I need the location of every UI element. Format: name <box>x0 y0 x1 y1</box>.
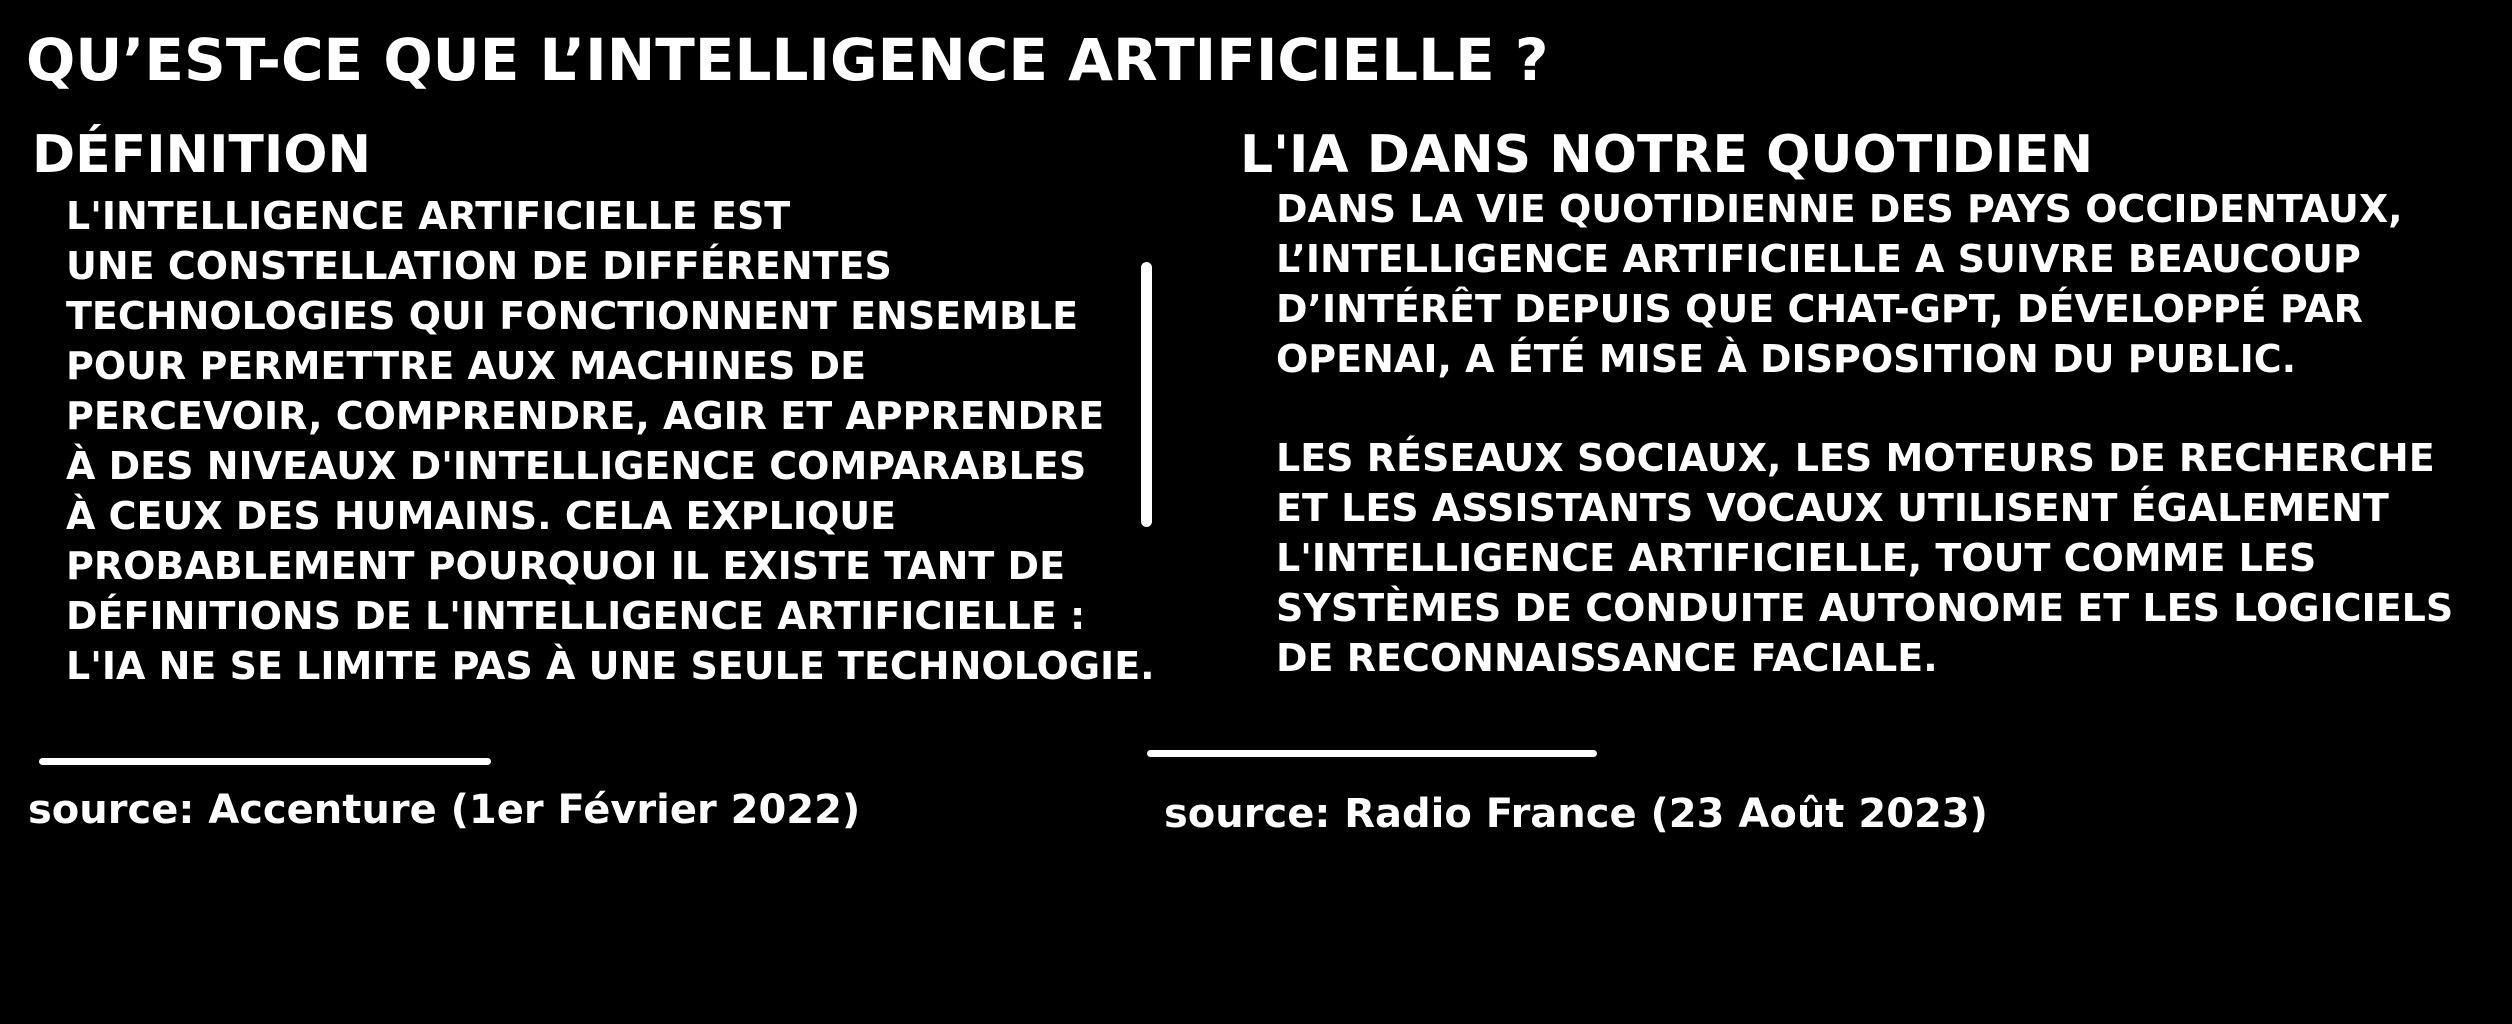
definition-line: À CEUX DES HUMAINS. CELA EXPLIQUE <box>66 494 897 538</box>
definition-line: L'IA NE SE LIMITE PAS À UNE SEULE TECHNO… <box>66 644 1155 688</box>
daily-life-line: D’INTÉRÊT DEPUIS QUE CHAT-GPT, DÉVELOPPÉ… <box>1276 287 2363 331</box>
definition-line: UNE CONSTELLATION DE DIFFÉRENTES <box>66 244 892 288</box>
source-rule-right <box>1147 750 1597 757</box>
source-rule-left <box>39 758 491 765</box>
daily-life-line: L’INTELLIGENCE ARTIFICIELLE A SUIVRE BEA… <box>1276 237 2361 281</box>
vertical-divider <box>1141 262 1152 527</box>
daily-life-line: L'INTELLIGENCE ARTIFICIELLE, TOUT COMME … <box>1276 536 2317 580</box>
definition-paragraph: L'INTELLIGENCE ARTIFICIELLE EST UNE CONS… <box>66 191 1155 691</box>
daily-life-line: OPENAI, A ÉTÉ MISE À DISPOSITION DU PUBL… <box>1276 337 2297 381</box>
definition-line: PROBABLEMENT POURQUOI IL EXISTE TANT DE <box>66 544 1066 588</box>
daily-life-line: ET LES ASSISTANTS VOCAUX UTILISENT ÉGALE… <box>1276 486 2389 530</box>
daily-life-heading: L'IA DANS NOTRE QUOTIDIEN <box>1240 125 2094 185</box>
daily-life-line: SYSTÈMES DE CONDUITE AUTONOME ET LES LOG… <box>1276 586 2454 630</box>
definition-line: POUR PERMETTRE AUX MACHINES DE <box>66 344 867 388</box>
definition-line: À DES NIVEAUX D'INTELLIGENCE COMPARABLES <box>66 444 1087 488</box>
definition-heading: DÉFINITION <box>32 125 371 185</box>
definition-line: TECHNOLOGIES QUI FONCTIONNENT ENSEMBLE <box>66 294 1079 338</box>
daily-life-paragraph-1: DANS LA VIE QUOTIDIENNE DES PAYS OCCIDEN… <box>1276 184 2403 384</box>
definition-line: DÉFINITIONS DE L'INTELLIGENCE ARTIFICIEL… <box>66 594 1086 638</box>
source-citation-right: source: Radio France (23 Août 2023) <box>1164 791 1988 837</box>
definition-line: L'INTELLIGENCE ARTIFICIELLE EST <box>66 194 791 238</box>
daily-life-line: LES RÉSEAUX SOCIAUX, LES MOTEURS DE RECH… <box>1276 436 2435 480</box>
daily-life-line: DE RECONNAISSANCE FACIALE. <box>1276 636 1938 680</box>
daily-life-paragraph-2: LES RÉSEAUX SOCIAUX, LES MOTEURS DE RECH… <box>1276 433 2453 683</box>
page-title: QU’EST-CE QUE L’INTELLIGENCE ARTIFICIELL… <box>26 26 1549 94</box>
definition-line: PERCEVOIR, COMPRENDRE, AGIR ET APPRENDRE <box>66 394 1105 438</box>
daily-life-line: DANS LA VIE QUOTIDIENNE DES PAYS OCCIDEN… <box>1276 187 2403 231</box>
source-citation-left: source: Accenture (1er Février 2022) <box>28 787 861 833</box>
